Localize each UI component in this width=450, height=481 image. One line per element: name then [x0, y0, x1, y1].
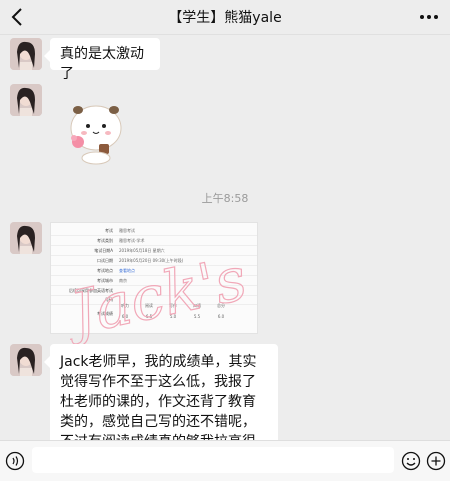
report-row-key: 考试 [105, 228, 113, 233]
avatar[interactable] [10, 38, 42, 70]
avatar[interactable] [10, 344, 42, 376]
report-row-key: 考试城市 [97, 278, 113, 283]
message-bubble[interactable]: 真的是太激动了 [44, 38, 160, 82]
report-row-value: 南京 [119, 278, 127, 283]
score-headers: 听力 阅读 写作 口语 总分 [113, 303, 233, 309]
input-bar [0, 440, 450, 481]
report-row-value: 查看地点 [119, 268, 135, 273]
score-header: 总分 [217, 303, 225, 308]
score-header: 写作 [169, 303, 177, 308]
emoji-icon[interactable] [401, 451, 421, 471]
voice-icon[interactable] [5, 451, 25, 471]
chevron-left-icon[interactable] [8, 6, 28, 28]
score-header: 口语 [193, 303, 201, 308]
plus-icon[interactable] [426, 451, 446, 471]
timestamp: 上午8:58 [201, 192, 249, 205]
score-value: 5.0 [169, 314, 177, 319]
report-row-value: 2019年05月20日 09:30(上午时段) [119, 258, 184, 263]
avatar[interactable] [10, 222, 42, 254]
score-value: 6.0 [121, 314, 129, 319]
more-dots-icon[interactable] [418, 8, 440, 26]
score-header: 阅读 [145, 303, 153, 308]
chat-area: 真的是太激动了 上午8:58 考试 雅思考试 考试类别 雅思考试-学术 笔试日期… [0, 34, 450, 480]
score-report-image[interactable]: 考试 雅思考试 考试类别 雅思考试-学术 笔试日期A 2019年05月18日 星… [50, 222, 258, 334]
score-value: 6.0 [217, 314, 225, 319]
report-scores-label: 考试成绩 [97, 311, 113, 316]
report-row-key: 口试日期 [97, 258, 113, 263]
report-row-value: 2019年05月18日 星期六 [119, 248, 165, 253]
message-text: 真的是太激动了 [60, 46, 144, 82]
report-row-key: 考试地点 [97, 268, 113, 273]
score-header: 听力 [121, 303, 129, 308]
score-value: 5.5 [193, 314, 201, 319]
report-row-value: 雅思考试 [119, 228, 135, 233]
score-value: 6.5 [145, 314, 153, 319]
chat-title: 【学生】熊猫yale [168, 10, 282, 26]
message-input[interactable] [32, 447, 394, 473]
report-row-key: 考试类别 [97, 238, 113, 243]
chat-header: 【学生】熊猫yale [0, 0, 450, 35]
avatar[interactable] [10, 84, 42, 116]
report-row-key: 笔试日期A [94, 248, 113, 253]
score-values: 6.0 6.5 5.0 5.5 6.0 [113, 314, 233, 319]
report-row-value: 雅思考试-学术 [119, 238, 145, 243]
panda-sticker[interactable] [66, 96, 126, 166]
